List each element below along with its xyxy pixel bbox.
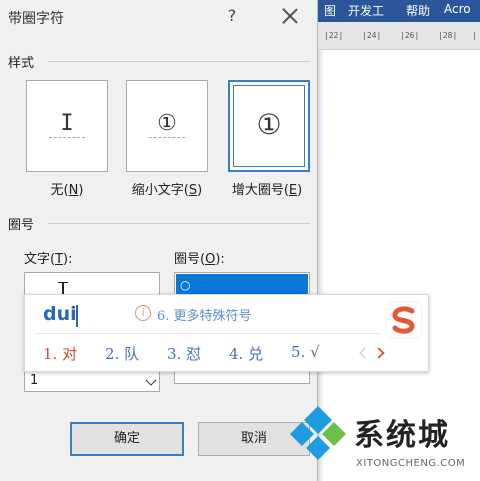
help-button[interactable]: ? — [222, 4, 242, 28]
enclose-characters-dialog: 带圈字符 ? 样式 I ① ① 无(N) 缩小文字(S) 增大圈号(E) 圈号 … — [0, 0, 318, 481]
watermark-name: 系统城 — [354, 418, 450, 453]
style-glyph: I — [60, 111, 74, 136]
watermark-url: XITONGCHENG.COM — [356, 458, 466, 469]
ime-candidate[interactable]: 1. 对 — [43, 343, 77, 364]
group-divider — [48, 61, 310, 62]
ruler-tick: |22| — [324, 31, 344, 40]
circle-field-label: 圈号(O): — [174, 252, 225, 267]
ruler-tick: |24| — [362, 31, 382, 40]
style-label-shrink: 缩小文字(S) — [131, 183, 203, 198]
style-group-label: 样式 — [8, 56, 35, 71]
ime-divider — [35, 333, 380, 334]
ime-candidate-window: dui i 6. 更多特殊符号 1. 对 2. 队 3. 怼 4. 兑 5. √ — [24, 294, 429, 372]
ime-candidate[interactable]: 2. 队 — [105, 343, 139, 364]
text-combo[interactable]: 1 — [24, 370, 160, 392]
ime-caret — [76, 305, 78, 327]
style-label-none: 无(N) — [50, 183, 84, 198]
ime-candidate[interactable]: 5. √ — [291, 343, 320, 361]
group-divider — [48, 223, 310, 224]
ime-candidate[interactable]: 4. 兑 — [229, 343, 263, 364]
info-icon: i — [135, 305, 151, 321]
ruler-tick: |26| — [400, 31, 420, 40]
ribbon-tab[interactable]: 帮助 — [406, 2, 430, 19]
ok-button[interactable]: 确定 — [70, 422, 184, 456]
ruler: |22| |24| |26| |28| | — [318, 22, 480, 50]
dialog-title: 带圈字符 — [8, 11, 64, 27]
ime-candidate[interactable]: 3. 怼 — [167, 343, 201, 364]
ribbon-tab[interactable]: 图 — [324, 2, 336, 19]
circle-group-label: 圈号 — [8, 218, 35, 233]
style-option-shrink-text[interactable]: ① — [126, 80, 208, 172]
style-glyph: ① — [256, 108, 282, 141]
style-option-none[interactable]: I — [26, 80, 108, 172]
baseline-guide — [149, 137, 185, 138]
chevron-left-icon[interactable] — [359, 347, 371, 359]
ribbon-tab[interactable]: Acro — [444, 2, 471, 16]
circle-option-selected[interactable]: ○ — [176, 274, 308, 296]
close-icon[interactable] — [278, 4, 302, 28]
text-input[interactable] — [24, 272, 160, 296]
style-label-enlarge: 增大圈号(E) — [231, 183, 303, 198]
combo-value: 1 — [30, 373, 39, 388]
sogou-logo-icon — [385, 301, 423, 339]
background-ribbon: 图 开发工 帮助 Acro — [318, 0, 480, 22]
ime-composition: dui — [43, 303, 77, 325]
chevron-down-icon[interactable] — [145, 374, 157, 386]
ruler-tick: |28| — [438, 31, 458, 40]
chevron-right-icon[interactable] — [373, 347, 385, 359]
ime-more-symbols-hint[interactable]: 6. 更多特殊符号 — [157, 305, 252, 324]
ribbon-tab[interactable]: 开发工 — [348, 2, 384, 19]
baseline-guide — [49, 137, 85, 138]
style-option-enlarge-symbol[interactable]: ① — [228, 80, 310, 172]
ruler-tick: | — [472, 31, 477, 40]
watermark-logo-icon — [290, 406, 346, 460]
style-glyph: ① — [157, 111, 177, 136]
text-field-label: 文字(T): — [24, 252, 73, 267]
